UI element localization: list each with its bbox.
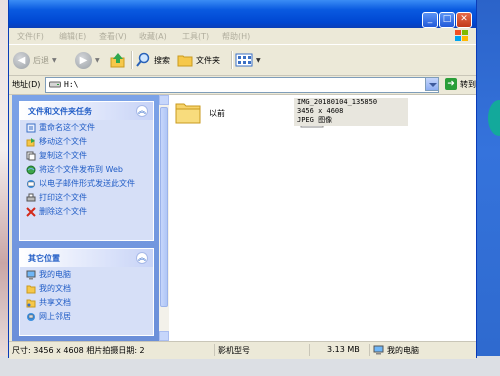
search-icon bbox=[136, 52, 150, 67]
address-bar: 地址(D) H:\ ➜ 转到 bbox=[9, 75, 476, 95]
image-file-details: IMG_20180104_135850 3456 x 4608 JPEG 图像 bbox=[294, 98, 408, 126]
drive-icon bbox=[49, 81, 61, 88]
other-places-panel: 其它位置 ︽ 我的电脑 我的文档 共享文档 网上邻居 bbox=[19, 248, 154, 336]
place-network[interactable]: 网上邻居 bbox=[26, 312, 149, 322]
task-publish-web[interactable]: 将这个文件发布到 Web bbox=[26, 165, 149, 175]
desktop-background-right bbox=[474, 0, 500, 376]
task-print[interactable]: 打印这个文件 bbox=[26, 193, 149, 203]
back-arrow-icon: ◀ bbox=[13, 51, 30, 69]
status-size: 3.13 MB bbox=[327, 345, 360, 354]
address-dropdown-button[interactable] bbox=[425, 77, 439, 91]
shared-documents-icon bbox=[26, 299, 36, 308]
file-tasks-header[interactable]: 文件和文件夹任务 ︽ bbox=[20, 102, 153, 120]
views-icon bbox=[235, 53, 253, 67]
place-my-documents[interactable]: 我的文档 bbox=[26, 284, 149, 294]
status-location: 我的电脑 bbox=[387, 346, 419, 355]
other-places-title: 其它位置 bbox=[28, 254, 60, 263]
file-tasks-panel: 文件和文件夹任务 ︽ 重命名这个文件 移动这个文件 复制这个文件 将这个文件发布… bbox=[19, 101, 154, 241]
address-input[interactable]: H:\ bbox=[45, 77, 439, 93]
go-arrow-icon: ➜ bbox=[445, 78, 457, 90]
toolbar-separator bbox=[231, 51, 233, 69]
my-computer-icon bbox=[26, 270, 36, 280]
menu-bar: 文件(F) 编辑(E) 查看(V) 收藏(A) 工具(T) 帮助(H) bbox=[9, 28, 476, 45]
scroll-up-button[interactable] bbox=[159, 95, 169, 105]
menu-view[interactable]: 查看(V) bbox=[99, 31, 127, 42]
other-places-header[interactable]: 其它位置 ︽ bbox=[20, 249, 153, 267]
my-documents-icon bbox=[26, 285, 36, 294]
forward-arrow-icon: ▶ bbox=[75, 51, 92, 69]
task-delete[interactable]: 删除这个文件 bbox=[26, 207, 149, 217]
task-pane-scrollbar[interactable] bbox=[159, 95, 169, 341]
folder-icon bbox=[175, 103, 201, 124]
folder-name: 以前 bbox=[209, 109, 225, 118]
status-info: 尺寸: 3456 x 4608 相片拍摄日期: 2 bbox=[12, 346, 145, 355]
toolbar: ◀ 后退 ▼ ▶ ▼ 搜索 文件夹 ▼ bbox=[9, 45, 476, 76]
desktop-background-bottom bbox=[0, 356, 500, 376]
go-button[interactable]: ➜ 转到 bbox=[445, 78, 476, 90]
desktop-icon-fragment bbox=[488, 100, 500, 136]
task-move[interactable]: 移动这个文件 bbox=[26, 137, 149, 147]
task-email[interactable]: 以电子邮件形式发送此文件 bbox=[26, 179, 149, 189]
network-icon bbox=[27, 313, 35, 321]
collapse-icon[interactable]: ︽ bbox=[136, 252, 148, 264]
up-folder-button[interactable] bbox=[109, 50, 127, 70]
image-type: JPEG 图像 bbox=[297, 116, 333, 124]
up-folder-icon bbox=[110, 53, 125, 68]
explorer-window: _ □ ✕ 文件(F) 编辑(E) 查看(V) 收藏(A) 工具(T) 帮助(H… bbox=[8, 0, 477, 359]
minimize-button[interactable]: _ bbox=[422, 12, 438, 28]
chevron-down-icon: ▼ bbox=[95, 56, 100, 64]
menu-help[interactable]: 帮助(H) bbox=[222, 31, 250, 42]
image-file-name: IMG_20180104_135850 bbox=[297, 98, 378, 106]
status-camera: 影机型号 bbox=[218, 346, 250, 355]
views-button[interactable]: ▼ bbox=[235, 50, 261, 70]
chevron-down-icon: ▼ bbox=[256, 56, 261, 64]
folder-item[interactable]: 以前 bbox=[175, 99, 225, 125]
status-separator bbox=[309, 344, 310, 356]
status-bar: 尺寸: 3456 x 4608 相片拍摄日期: 2 影机型号 3.13 MB 我… bbox=[9, 341, 476, 359]
scroll-down-button[interactable] bbox=[159, 331, 169, 341]
task-rename[interactable]: 重命名这个文件 bbox=[26, 123, 149, 133]
rename-icon bbox=[26, 123, 36, 133]
close-button[interactable]: ✕ bbox=[456, 12, 472, 28]
image-dimensions: 3456 x 4608 bbox=[297, 107, 344, 115]
maximize-button[interactable]: □ bbox=[439, 12, 455, 28]
forward-button[interactable]: ▶ ▼ bbox=[75, 50, 100, 70]
windows-logo-icon bbox=[455, 30, 468, 41]
move-icon bbox=[26, 138, 35, 147]
status-separator bbox=[214, 344, 215, 356]
file-tasks-title: 文件和文件夹任务 bbox=[28, 107, 92, 116]
toolbar-separator bbox=[131, 51, 133, 69]
print-icon bbox=[26, 193, 36, 202]
email-icon bbox=[27, 180, 35, 188]
copy-icon bbox=[26, 151, 36, 161]
menu-file[interactable]: 文件(F) bbox=[17, 31, 44, 42]
place-shared-documents[interactable]: 共享文档 bbox=[26, 298, 149, 308]
file-list: 以前 bbox=[169, 95, 476, 341]
task-copy[interactable]: 复制这个文件 bbox=[26, 151, 149, 161]
folder-icon bbox=[177, 55, 193, 67]
status-separator bbox=[369, 344, 370, 356]
search-button[interactable]: 搜索 bbox=[135, 50, 170, 70]
menu-tools[interactable]: 工具(T) bbox=[182, 31, 209, 42]
place-my-computer[interactable]: 我的电脑 bbox=[26, 270, 149, 280]
my-computer-icon bbox=[373, 345, 384, 355]
title-bar[interactable]: _ □ ✕ bbox=[9, 0, 476, 28]
address-label: 地址(D) bbox=[12, 80, 41, 89]
web-publish-icon bbox=[26, 165, 36, 175]
task-pane: 文件和文件夹任务 ︽ 重命名这个文件 移动这个文件 复制这个文件 将这个文件发布… bbox=[12, 95, 159, 341]
collapse-icon[interactable]: ︽ bbox=[136, 105, 148, 117]
menu-edit[interactable]: 编辑(E) bbox=[59, 31, 86, 42]
delete-icon bbox=[26, 207, 36, 217]
scroll-thumb[interactable] bbox=[160, 107, 168, 307]
chevron-down-icon: ▼ bbox=[52, 56, 57, 64]
menu-favorites[interactable]: 收藏(A) bbox=[139, 31, 167, 42]
back-button[interactable]: ◀ 后退 ▼ bbox=[13, 50, 57, 70]
folders-button[interactable]: 文件夹 bbox=[177, 50, 220, 70]
